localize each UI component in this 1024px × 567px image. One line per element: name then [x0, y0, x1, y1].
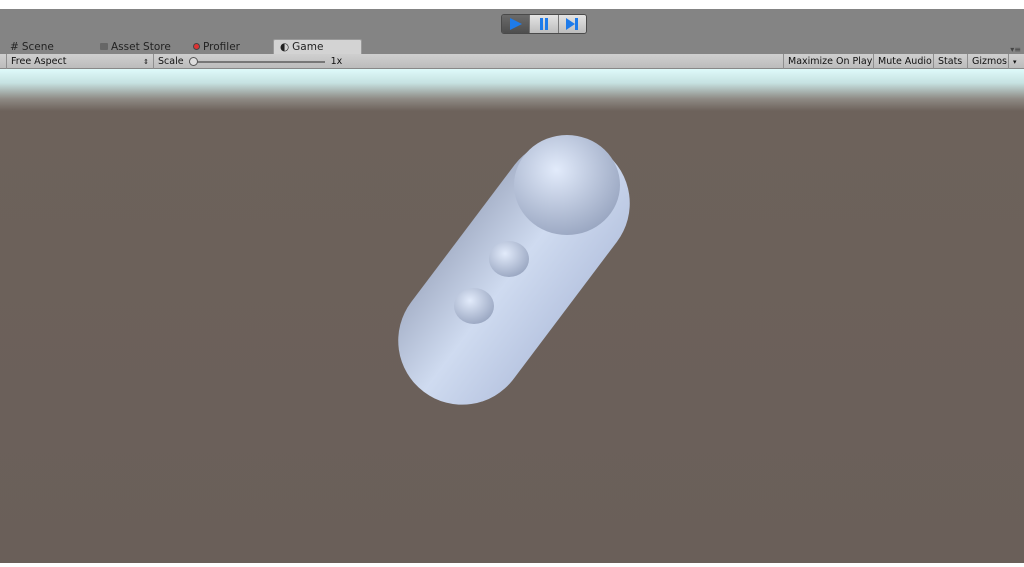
gizmos-toggle[interactable]: Gizmos [967, 54, 1011, 69]
game-pacman-icon: ◐ [280, 41, 290, 53]
aspect-dropdown[interactable]: Free Aspect ⇕ [6, 54, 153, 69]
play-controls [501, 14, 587, 34]
pause-button[interactable] [530, 15, 559, 33]
controller-touchpad [514, 135, 620, 235]
mute-audio-toggle[interactable]: Mute Audio [873, 54, 936, 69]
controller-button-lower [454, 288, 494, 324]
gizmos-dropdown-icon[interactable]: ▾ [1008, 54, 1021, 69]
maximize-on-play-toggle[interactable]: Maximize On Play [783, 54, 876, 69]
tab-profiler[interactable]: Profiler [187, 39, 246, 54]
step-icon [566, 18, 579, 30]
profiler-icon [193, 43, 200, 50]
step-button[interactable] [558, 15, 586, 33]
scale-slider-thumb[interactable] [188, 56, 198, 66]
controller-button-upper [489, 241, 529, 277]
store-bag-icon [100, 43, 108, 50]
stats-toggle[interactable]: Stats [933, 54, 966, 69]
updown-icon: ⇕ [143, 57, 149, 66]
scale-control: Scale 1x [153, 54, 353, 69]
window-top-strip [0, 0, 1024, 9]
game-view-toolbar: Free Aspect ⇕ Scale 1x Maximize On Play M… [0, 54, 1024, 69]
pause-icon [539, 18, 548, 30]
panel-menu-icon[interactable]: ▾≡ [1010, 45, 1021, 54]
game-viewport[interactable] [0, 69, 1024, 563]
tab-asset-store[interactable]: Asset Store [94, 39, 177, 54]
scene-render [398, 135, 630, 405]
play-button[interactable] [502, 15, 531, 33]
main-toolbar: # Scene Asset Store Profiler ◐ Game ▾≡ [0, 9, 1024, 54]
grid-icon: # [10, 40, 19, 53]
tab-game[interactable]: ◐ Game [273, 39, 362, 54]
play-icon [509, 18, 522, 30]
tab-scene[interactable]: # Scene [4, 39, 60, 54]
scale-slider[interactable] [188, 56, 325, 67]
